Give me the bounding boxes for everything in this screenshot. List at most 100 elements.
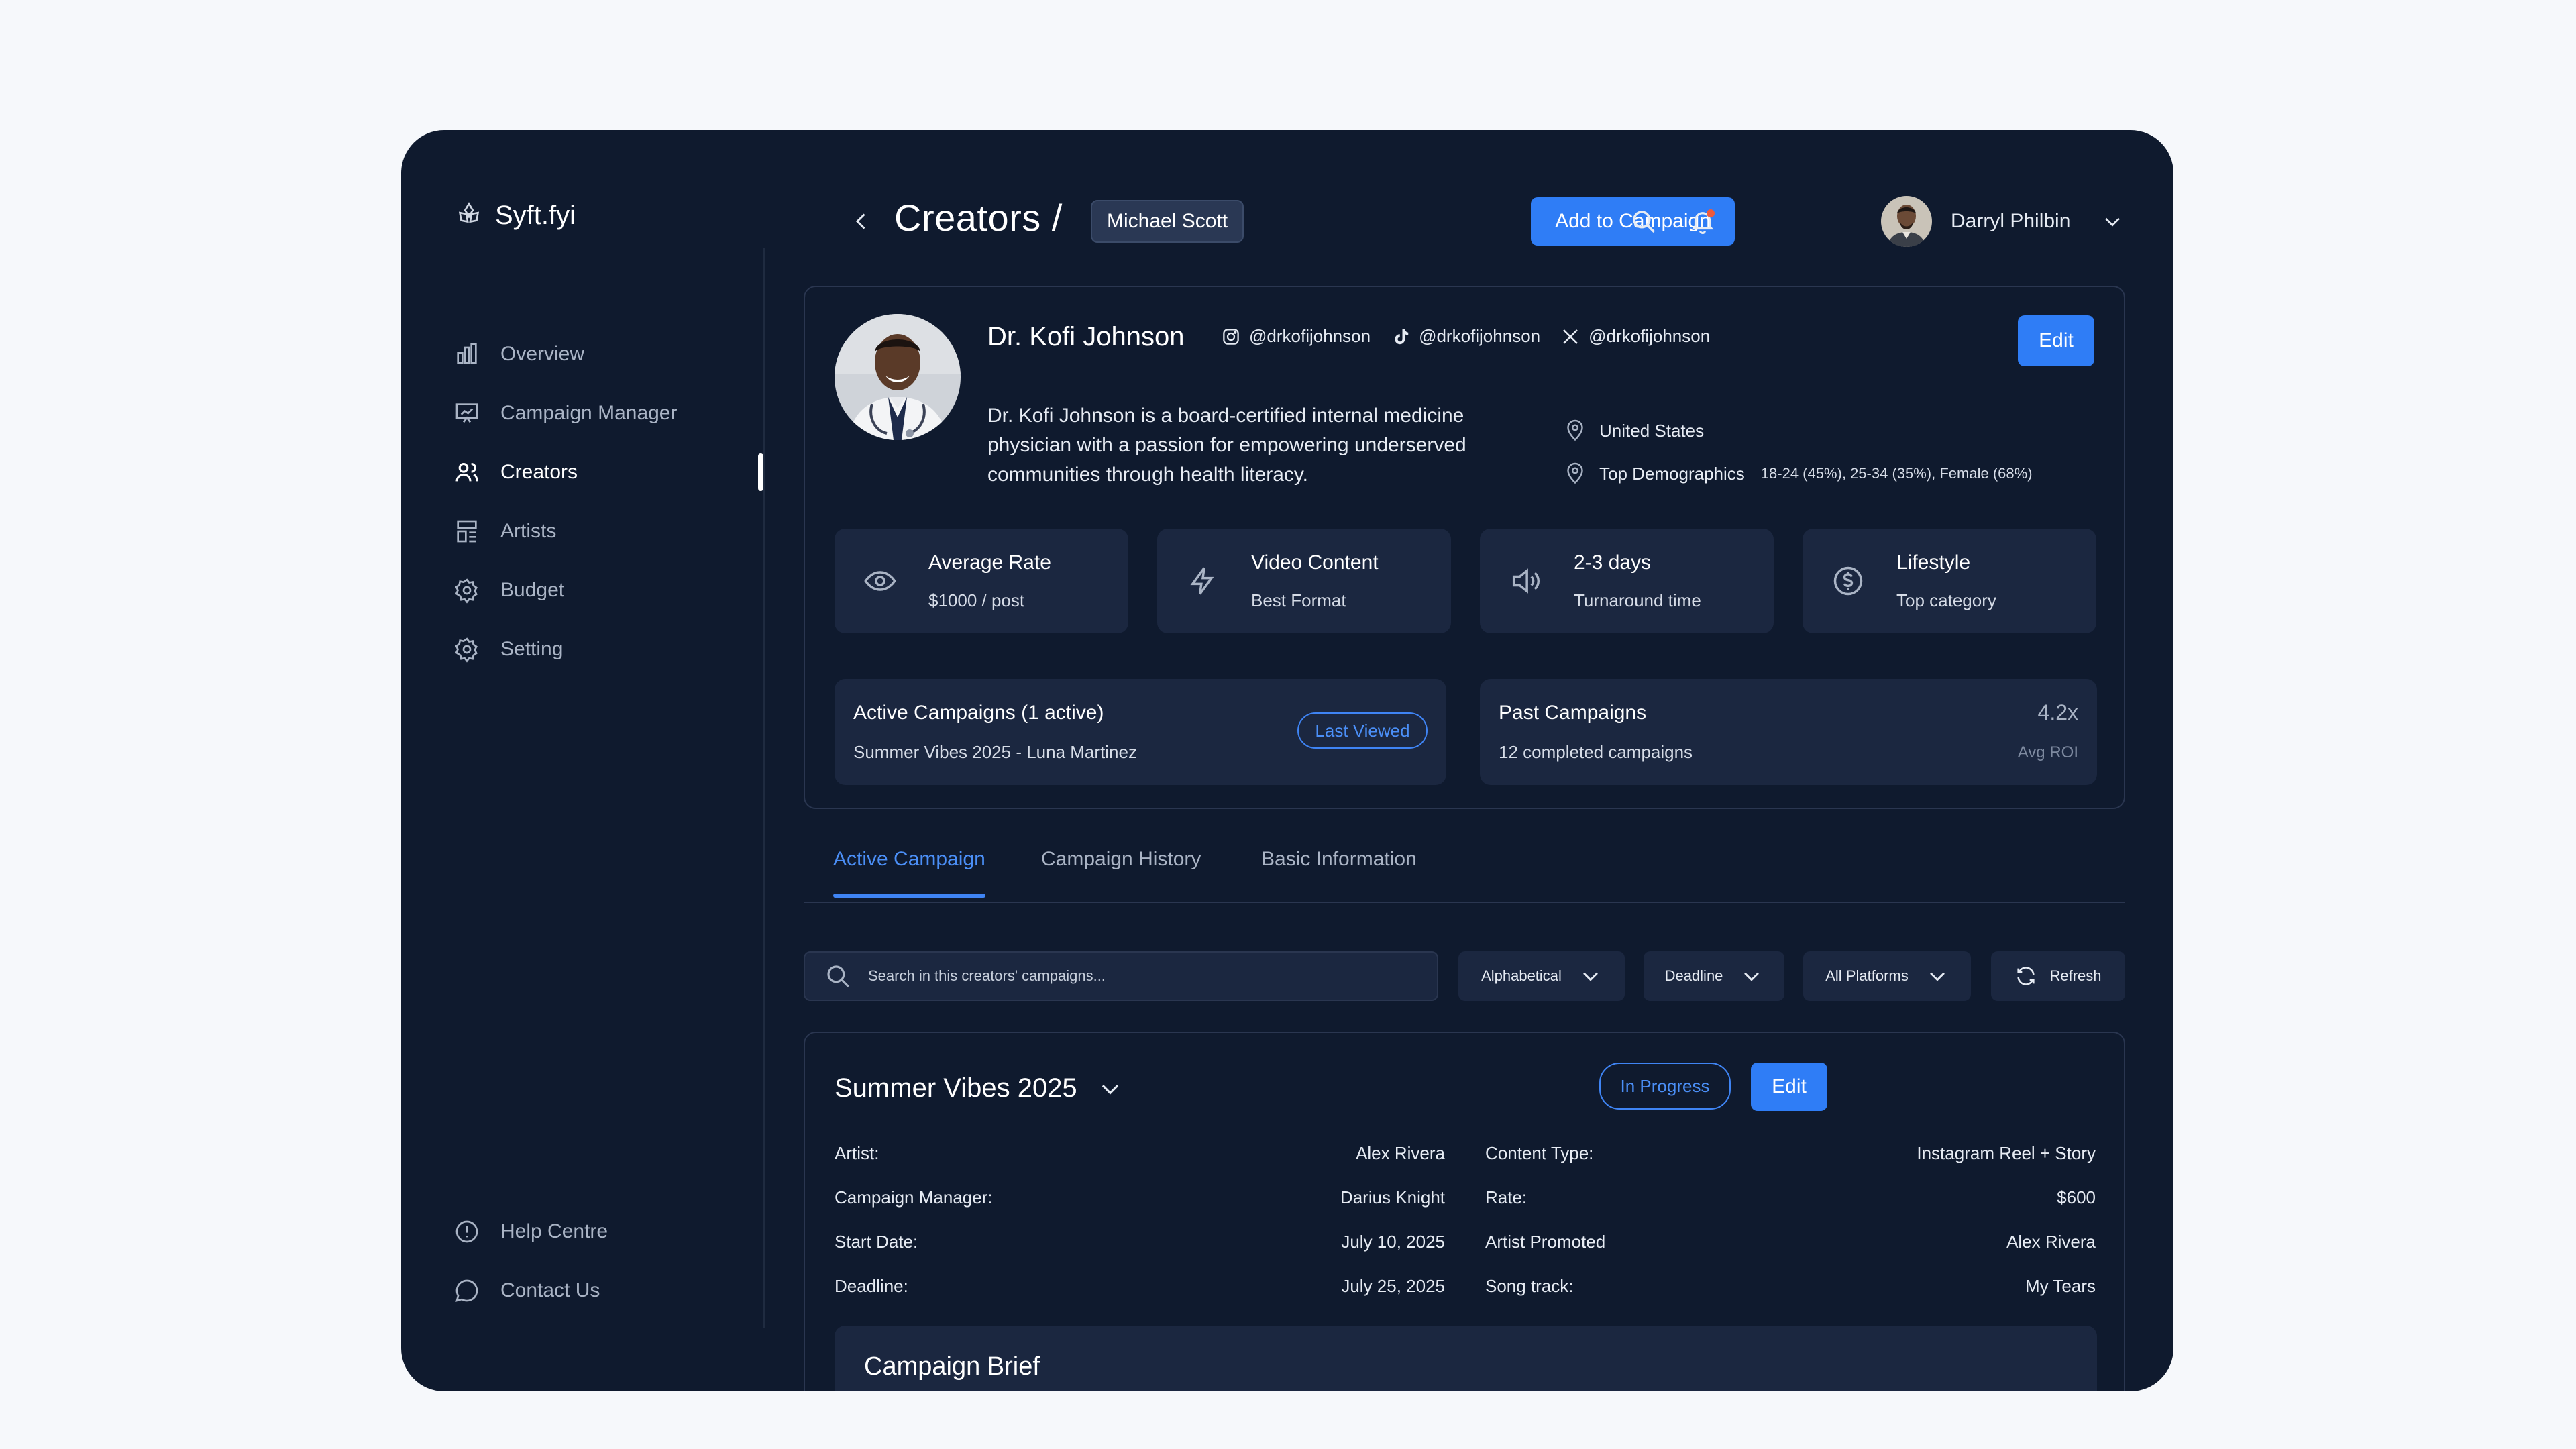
sort-value: Alphabetical — [1481, 967, 1562, 984]
users-icon — [455, 463, 478, 482]
detail-key: Song track: — [1485, 1276, 1574, 1296]
layout-icon — [457, 520, 477, 543]
last-viewed-badge: Last Viewed — [1297, 712, 1428, 749]
bar-chart-icon — [457, 343, 477, 364]
sidebar-item-contact-us[interactable]: Contact Us — [453, 1261, 722, 1320]
stat-video-content: Video Content Best Format — [1157, 529, 1451, 633]
x-handle: @drkofijohnson — [1589, 326, 1711, 346]
detail-row: Deadline: July 25, 2025 — [835, 1276, 1445, 1297]
instagram-icon — [1223, 328, 1239, 345]
chevron-left-icon — [855, 213, 865, 229]
edit-profile-button[interactable]: Edit — [2018, 315, 2094, 366]
back-button[interactable] — [843, 203, 880, 240]
instagram-handle: @drkofijohnson — [1249, 326, 1371, 346]
tiktok-handle: @drkofijohnson — [1419, 326, 1541, 346]
creator-profile-card: Dr. Kofi Johnson @drkofijohnson @drkofij… — [804, 286, 2125, 809]
sidebar-item-creators[interactable]: Creators — [453, 443, 763, 502]
demographics-row: Top Demographics 18-24 (45%), 25-34 (35%… — [1563, 452, 2033, 495]
speaker-icon — [1512, 568, 1540, 594]
deadline-dropdown[interactable]: Deadline — [1644, 951, 1784, 1001]
sidebar-item-label: Budget — [500, 579, 565, 601]
search-icon — [1633, 211, 1655, 233]
campaign-brief-title: Campaign Brief — [864, 1352, 1040, 1381]
past-campaigns-card[interactable]: Past Campaigns 12 completed campaigns 4.… — [1480, 679, 2097, 785]
sort-dropdown[interactable]: Alphabetical — [1458, 951, 1625, 1001]
search-input[interactable] — [868, 967, 1418, 985]
detail-row: Start Date: July 10, 2025 — [835, 1232, 1445, 1252]
detail-key: Deadline: — [835, 1276, 908, 1296]
sidebar-item-budget[interactable]: Budget — [453, 561, 763, 620]
stat-subtitle: Top category — [1896, 590, 1996, 610]
chevron-down-icon — [1583, 972, 1598, 981]
stat-subtitle: Best Format — [1251, 590, 1346, 610]
campaign-title-toggle[interactable]: Summer Vibes 2025 — [835, 1073, 1123, 1104]
stat-title: Lifestyle — [1896, 551, 1971, 574]
chevron-down-icon — [1744, 972, 1760, 981]
detail-key: Rate: — [1485, 1187, 1527, 1208]
chevron-down-icon — [1102, 1084, 1118, 1095]
tab-campaign-history[interactable]: Campaign History — [1041, 848, 1201, 891]
gear-icon — [455, 578, 478, 604]
detail-row: Song track: My Tears — [1485, 1276, 2096, 1297]
breadcrumb[interactable]: Michael Scott — [1091, 200, 1244, 243]
x-logo-icon — [1563, 329, 1578, 344]
edit-campaign-button[interactable]: Edit — [1751, 1063, 1827, 1111]
detail-value: My Tears — [2025, 1276, 2096, 1296]
sidebar-item-label: Setting — [500, 638, 564, 660]
brand-name: Syft.fyi — [495, 200, 576, 230]
sidebar-item-setting[interactable]: Setting — [453, 620, 763, 679]
refresh-icon — [2017, 967, 2035, 985]
location-row: United States — [1563, 409, 2033, 452]
detail-value: July 10, 2025 — [1341, 1232, 1445, 1252]
detail-row: Content Type: Instagram Reel + Story — [1485, 1143, 2096, 1164]
tiktok-link[interactable]: @drkofijohnson — [1391, 326, 1540, 347]
detail-key: Artist: — [835, 1143, 879, 1163]
sidebar-item-artists[interactable]: Artists — [453, 502, 763, 561]
chat-icon — [455, 1279, 478, 1302]
sidebar-item-overview[interactable]: Overview — [453, 325, 763, 384]
refresh-label: Refresh — [2049, 967, 2102, 984]
notification-dot — [1707, 209, 1715, 217]
x-link[interactable]: @drkofijohnson — [1560, 326, 1710, 347]
sidebar-item-label: Campaign Manager — [500, 402, 678, 424]
stat-average-rate: Average Rate $1000 / post — [835, 529, 1128, 633]
tab-active-campaign[interactable]: Active Campaign — [833, 848, 985, 898]
sidebar-item-label: Creators — [500, 461, 578, 483]
user-menu[interactable]: Darryl Philbin — [1881, 196, 2124, 247]
tiktok-icon — [1395, 329, 1409, 344]
deadline-value: Deadline — [1664, 967, 1723, 984]
refresh-button[interactable]: Refresh — [1991, 951, 2125, 1001]
instagram-link[interactable]: @drkofijohnson — [1221, 326, 1371, 347]
detail-value: $600 — [2057, 1187, 2096, 1208]
eye-icon — [864, 571, 896, 591]
creator-bio: Dr. Kofi Johnson is a board-certified in… — [987, 405, 1466, 486]
sidebar-item-help-centre[interactable]: Help Centre — [453, 1202, 722, 1261]
sidebar-item-label: Artists — [500, 520, 557, 542]
user-name: Darryl Philbin — [1951, 210, 2071, 232]
demographics-value: 18-24 (45%), 25-34 (35%), Female (68%) — [1760, 465, 2033, 482]
search-button[interactable] — [1625, 203, 1662, 240]
platforms-dropdown[interactable]: All Platforms — [1803, 951, 1971, 1001]
creator-meta: United States Top Demographics 18-24 (45… — [1563, 409, 2033, 495]
page-title: Creators / — [894, 197, 1063, 239]
notifications-button[interactable] — [1684, 203, 1721, 240]
tab-basic-information[interactable]: Basic Information — [1261, 848, 1417, 891]
sidebar-item-label: Overview — [500, 343, 585, 365]
detail-key: Artist Promoted — [1485, 1232, 1606, 1252]
active-campaigns-card[interactable]: Active Campaigns (1 active) Summer Vibes… — [835, 679, 1446, 785]
detail-key: Start Date: — [835, 1232, 918, 1252]
sidebar-bottom: Help Centre Contact Us — [453, 1202, 722, 1320]
brand[interactable]: Syft.fyi — [453, 200, 576, 231]
sidebar-item-campaign-manager[interactable]: Campaign Manager — [453, 384, 763, 443]
tab-bar: Active Campaign Campaign History Basic I… — [804, 828, 2125, 903]
campaign-brief: Campaign Brief — [835, 1326, 2097, 1391]
creator-name: Dr. Kofi Johnson — [987, 322, 1185, 352]
gear-icon — [455, 637, 478, 663]
detail-value: July 25, 2025 — [1341, 1276, 1445, 1296]
sidebar-item-label: Contact Us — [500, 1279, 600, 1301]
detail-value: Alex Rivera — [1356, 1143, 1445, 1163]
stat-turnaround: 2-3 days Turnaround time — [1480, 529, 1774, 633]
map-pin-icon — [1567, 419, 1583, 441]
location-text: United States — [1599, 420, 1705, 441]
detail-value: Alex Rivera — [2006, 1232, 2096, 1252]
